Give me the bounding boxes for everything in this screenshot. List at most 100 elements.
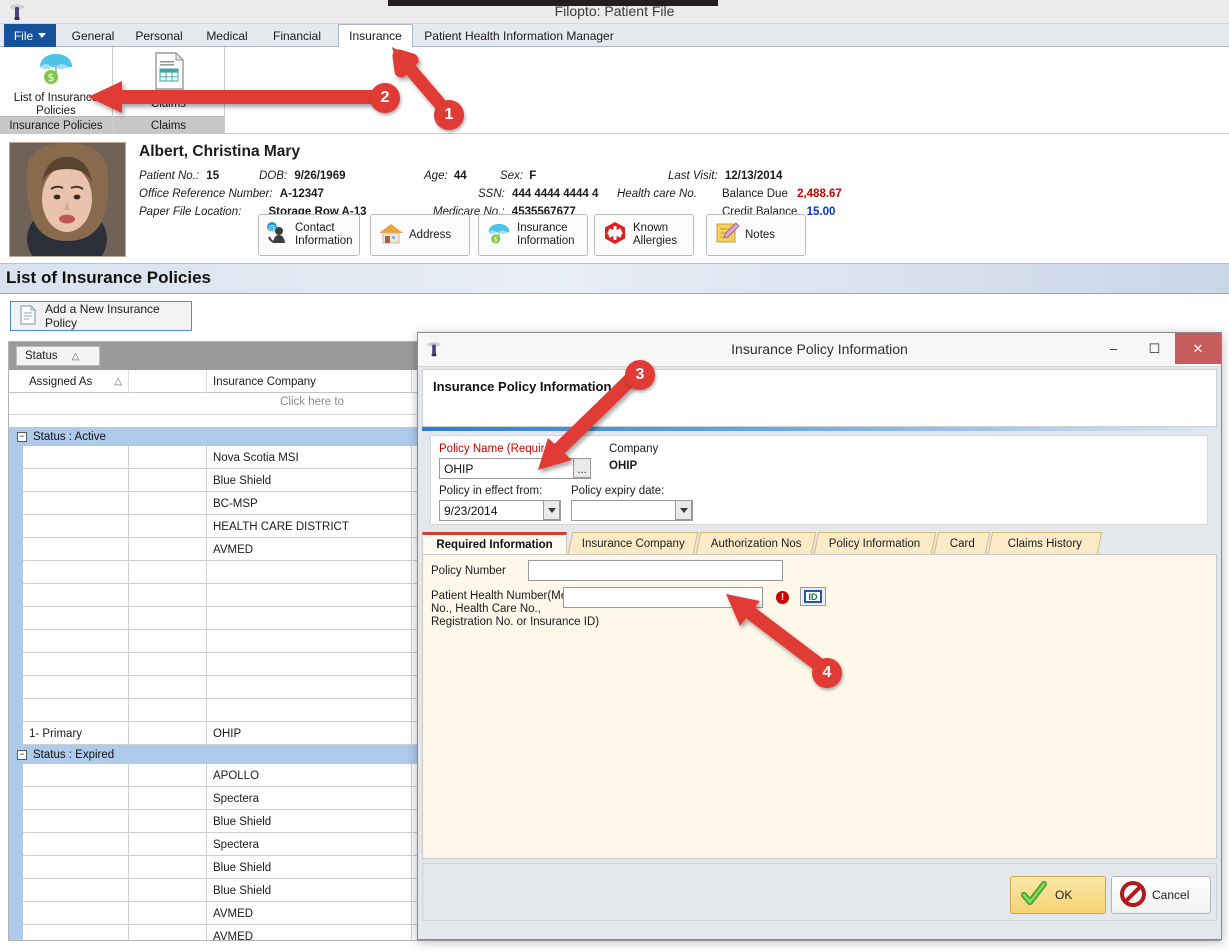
tab-patient-health-information-manager[interactable]: Patient Health Information Manager (419, 24, 619, 47)
tab-personal[interactable]: Personal (126, 24, 192, 47)
insurance-information-button[interactable]: $ Insurance Information (478, 214, 588, 256)
minimize-icon[interactable]: – (1093, 333, 1134, 364)
claims-button[interactable]: Claims (113, 47, 224, 116)
cell-blank (129, 492, 207, 515)
policy-effect-from-label: Policy in effect from: (439, 485, 542, 497)
cell-blank (129, 630, 207, 653)
office-ref-label: Office Reference Number: (139, 188, 273, 200)
notes-label: Notes (745, 229, 775, 242)
add-new-insurance-policy-label: Add a New Insurance Policy (45, 302, 191, 330)
umbrella-money-icon: $ (36, 51, 76, 90)
dob-value: 9/26/1969 (294, 170, 345, 182)
tab-claims-history[interactable]: Claims History (988, 532, 1103, 554)
file-menu-button[interactable]: File (4, 24, 56, 47)
row-indicator (9, 676, 23, 699)
tab-financial-label: Financial (273, 29, 321, 43)
last-visit-label: Last Visit: (668, 170, 718, 182)
cell-blank (129, 607, 207, 630)
cell-assigned-as (23, 492, 129, 515)
cell-assigned-as (23, 833, 129, 856)
list-of-insurance-policies-button[interactable]: $ List of Insurance Policies (0, 47, 112, 116)
cell-insurance-company: AVMED (207, 538, 412, 561)
last-visit-row: Last Visit: 12/13/2014 (668, 170, 782, 182)
policy-expiry-dropdown[interactable] (675, 500, 692, 520)
notes-button[interactable]: Notes (706, 214, 806, 256)
umbrella-money-icon: $ (486, 221, 512, 249)
error-indicator-icon[interactable]: ! (776, 591, 789, 604)
house-icon (378, 221, 404, 249)
contact-phone-icon: @ (266, 221, 290, 249)
policy-number-input[interactable] (528, 560, 783, 581)
column-header-blank[interactable] (129, 370, 207, 393)
policy-name-browse-button[interactable]: ... (573, 458, 591, 478)
cell-insurance-company (207, 607, 412, 630)
cell-blank (129, 446, 207, 469)
ribbon-tabstrip: File General Personal Medical Financial … (0, 24, 1229, 47)
tab-insurance[interactable]: Insurance (338, 24, 413, 48)
known-allergies-button[interactable]: Known Allergies (594, 214, 694, 256)
column-header-assigned-as[interactable]: Assigned As △ (23, 370, 129, 393)
insurance-policy-information-dialog[interactable]: Insurance Policy Information – ☐ ✕ Insur… (417, 332, 1222, 940)
svg-text:$: $ (48, 71, 55, 84)
maximize-icon[interactable]: ☐ (1134, 333, 1175, 364)
tab-insurance-company[interactable]: Insurance Company (568, 532, 699, 554)
policy-effect-from-dropdown[interactable] (543, 500, 560, 520)
cell-blank (129, 879, 207, 902)
row-indicator (9, 810, 23, 833)
policy-name-input[interactable]: OHIP (439, 458, 591, 479)
patient-number-label: Patient No.: (139, 170, 199, 182)
policy-basic-fields-panel: Policy Name (Required) Company OHIP OHIP… (430, 435, 1208, 525)
row-indicator (9, 584, 23, 607)
column-header-insurance-company[interactable]: Insurance Company (207, 370, 412, 393)
ribbon-group-insurance-policies: $ List of Insurance Policies Insurance P… (0, 47, 113, 134)
row-indicator (9, 446, 23, 469)
cell-blank (129, 469, 207, 492)
cancel-button[interactable]: Cancel (1111, 876, 1211, 914)
cell-insurance-company: AVMED (207, 902, 412, 925)
address-button[interactable]: Address (370, 214, 470, 256)
patient-health-number-input[interactable] (563, 587, 763, 608)
cell-insurance-company: HEALTH CARE DISTRICT (207, 515, 412, 538)
dialog-titlebar[interactable]: Insurance Policy Information – ☐ ✕ (418, 333, 1221, 367)
notepad-pencil-icon (714, 221, 740, 249)
cell-insurance-company: OHIP (207, 722, 412, 745)
contact-information-button[interactable]: @ Contact Information (258, 214, 360, 256)
cell-blank (129, 764, 207, 787)
collapse-icon[interactable]: − (17, 750, 27, 760)
policy-expiry-label: Policy expiry date: (571, 485, 664, 497)
chevron-down-icon (680, 508, 688, 513)
tab-general[interactable]: General (62, 24, 124, 47)
tab-required-information-label: Required Information (436, 539, 552, 551)
age-row: Age: 44 (424, 170, 467, 182)
patient-number-value: 15 (206, 170, 219, 182)
tab-authorization-nos[interactable]: Authorization Nos (696, 532, 817, 554)
health-care-no-label: Health care No. (617, 188, 697, 200)
ok-button[interactable]: OK (1010, 876, 1106, 914)
group-chip-status[interactable]: Status △ (16, 346, 100, 366)
tab-policy-information[interactable]: Policy Information (814, 532, 937, 554)
file-menu-label: File (14, 29, 33, 43)
row-indicator (9, 925, 23, 941)
add-new-insurance-policy-button[interactable]: Add a New Insurance Policy (10, 301, 192, 331)
cell-insurance-company (207, 676, 412, 699)
row-indicator (9, 561, 23, 584)
ribbon-panel: $ List of Insurance Policies Insurance P… (0, 47, 1229, 134)
close-icon[interactable]: ✕ (1175, 333, 1221, 364)
tab-medical[interactable]: Medical (196, 24, 258, 47)
cell-assigned-as (23, 925, 129, 941)
tab-card[interactable]: Card (934, 532, 991, 554)
cell-blank (129, 676, 207, 699)
page-title: List of Insurance Policies (6, 268, 211, 288)
cell-assigned-as (23, 561, 129, 584)
cell-assigned-as (23, 446, 129, 469)
tab-required-information[interactable]: Required Information (422, 532, 567, 554)
tab-financial[interactable]: Financial (262, 24, 332, 47)
tab-insurance-label: Insurance (349, 29, 402, 43)
sort-ascending-icon: △ (114, 376, 122, 387)
cell-blank (129, 787, 207, 810)
collapse-icon[interactable]: − (17, 432, 27, 442)
tab-claims-history-label: Claims History (1008, 538, 1082, 550)
cell-insurance-company (207, 699, 412, 722)
id-card-button[interactable]: ID (800, 587, 826, 606)
contact-information-label-1: Contact (295, 222, 353, 235)
